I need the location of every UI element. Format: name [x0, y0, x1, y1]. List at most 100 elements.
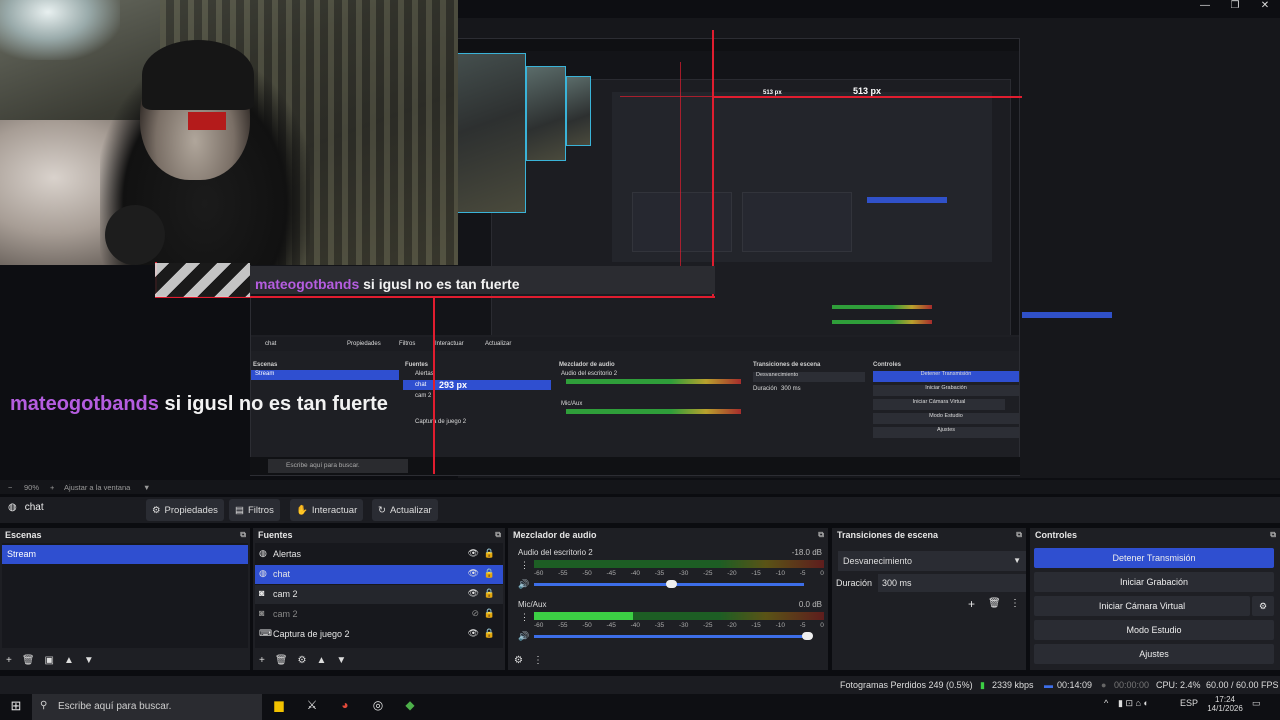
file-explorer-icon[interactable]: ▆	[270, 698, 288, 716]
language[interactable]: ESP	[1180, 698, 1198, 708]
channel-menu-icon[interactable]: ⋮	[520, 560, 529, 571]
tray-icons[interactable]: ▮ ⊡ ⌂ ◐	[1118, 698, 1149, 709]
minecraft-icon[interactable]: ◆	[401, 698, 419, 716]
window-controls: — ❐ ✕	[1190, 0, 1280, 14]
add-source-button[interactable]: +	[259, 655, 265, 666]
move-down-icon[interactable]: ▼	[84, 655, 94, 666]
eye-icon[interactable]: 👁	[468, 548, 479, 559]
menu-icon[interactable]: ⋮	[1010, 598, 1020, 609]
chat-message: si igusl no es tan fuerte	[164, 393, 388, 415]
zoom-in-button[interactable]: +	[50, 483, 54, 492]
meter-tick: -20	[727, 622, 737, 629]
duration-input[interactable]: 300 ms	[878, 574, 1026, 592]
zoom-out-button[interactable]: −	[8, 483, 12, 492]
speaker-icon[interactable]: 🔊	[518, 579, 529, 590]
camera-icon: ◙	[259, 588, 265, 598]
lock-icon[interactable]: 🔒	[484, 548, 495, 559]
obs-icon[interactable]: ◎	[369, 698, 387, 716]
start-virtual-cam-button[interactable]: Iniciar Cámara Virtual	[1034, 596, 1250, 616]
eye-off-icon[interactable]: ⊘	[471, 608, 479, 619]
add-scene-button[interactable]: +	[6, 655, 12, 666]
studio-mode-button[interactable]: Modo Estudio	[1034, 620, 1274, 640]
refresh-label: Actualizar	[389, 504, 432, 516]
interact-button[interactable]: ✋ Interactuar	[290, 499, 364, 521]
source-item-hidden[interactable]: ◙ cam 2 ⊘ 🔒	[255, 605, 503, 624]
stop-stream-button[interactable]: Detener Transmisión	[1034, 548, 1274, 568]
audio-mixer-dock: Mezclador de audio ⧉ Audio del escritori…	[508, 528, 828, 670]
undock-icon[interactable]: ⧉	[818, 530, 824, 540]
chevron-down-icon[interactable]: ▼	[143, 483, 150, 492]
eye-icon[interactable]: 👁	[468, 588, 479, 599]
notification-icon[interactable]: ▭	[1252, 698, 1261, 709]
lock-icon[interactable]: 🔒	[484, 628, 495, 639]
volume-knob[interactable]	[801, 632, 813, 640]
lock-icon[interactable]: 🔒	[484, 568, 495, 579]
move-up-icon[interactable]: ▲	[317, 655, 327, 666]
source-label: cam 2	[273, 609, 298, 619]
channel-menu-icon[interactable]: ⋮	[520, 612, 529, 623]
clock[interactable]: 17:24 14/1/2026	[1205, 695, 1245, 713]
undock-icon[interactable]: ⧉	[495, 530, 501, 540]
meter-tick: -30	[678, 570, 689, 577]
mirror-trans-select: Desvanecimiento	[753, 372, 865, 382]
meter-tick: -50	[582, 570, 592, 577]
add-transition-button[interactable]: +	[968, 597, 975, 611]
lock-icon[interactable]: 🔒	[484, 608, 495, 619]
level-meter	[534, 560, 824, 568]
move-down-icon[interactable]: ▼	[336, 655, 346, 666]
properties-button[interactable]: ⚙ Propiedades	[146, 499, 224, 521]
start-recording-button[interactable]: Iniciar Grabación	[1034, 572, 1274, 592]
maximize-button[interactable]: ❐	[1220, 0, 1250, 14]
gamepad-icon: ⌨	[259, 628, 272, 638]
close-button[interactable]: ✕	[1250, 0, 1280, 14]
source-item[interactable]: ◙ cam 2 👁 🔒	[255, 585, 503, 604]
preview-canvas[interactable]: Escenas Stream Fuentes Alertas chat cam …	[0, 0, 1280, 480]
obs-window: — ❐ ✕ Escenas Stream Fuentes Alertas cha…	[0, 0, 1280, 720]
taskbar-search[interactable]: ⚲ Escribe aquí para buscar.	[32, 694, 262, 720]
source-item[interactable]: ⌨ Captura de juego 2 👁 🔒	[255, 625, 503, 644]
globe-icon: ◍	[8, 502, 17, 513]
source-item[interactable]: ◍ Alertas 👁 🔒	[255, 545, 503, 564]
undock-icon[interactable]: ⧉	[1270, 530, 1276, 540]
move-up-icon[interactable]: ▲	[64, 655, 74, 666]
globe-icon: ◍	[259, 568, 267, 578]
eye-icon[interactable]: 👁	[468, 568, 479, 579]
clock-time: 17:24	[1214, 695, 1236, 704]
undock-icon[interactable]: ⧉	[240, 530, 246, 540]
lock-icon[interactable]: 🔒	[484, 588, 495, 599]
trash-icon[interactable]: 🗑	[988, 598, 1001, 609]
gear-icon[interactable]: ⚙	[1252, 596, 1274, 616]
eye-icon[interactable]: 👁	[468, 628, 479, 639]
undock-icon[interactable]: ⧉	[1016, 530, 1022, 540]
minimize-button[interactable]: —	[1190, 0, 1220, 14]
level-meter	[534, 612, 824, 620]
fit-window-label[interactable]: Ajustar a la ventana	[64, 483, 130, 492]
menu-icon[interactable]: ⋮	[533, 655, 543, 666]
windows-start-icon[interactable]: ⊞	[7, 698, 25, 716]
volume-slider[interactable]	[534, 635, 810, 638]
globe-icon: ◍	[259, 548, 267, 558]
filter-icon[interactable]: ▣	[45, 655, 54, 666]
chrome-icon[interactable]: ◕	[336, 698, 354, 716]
mirror-controls-title: Controles	[873, 362, 902, 368]
refresh-button[interactable]: ↻ Actualizar	[372, 499, 438, 521]
gear-icon[interactable]: ⚙	[298, 655, 307, 666]
transition-select[interactable]: Desvanecimiento ▼	[838, 551, 1026, 571]
volume-knob[interactable]	[665, 580, 677, 588]
meter-tick: -20	[727, 570, 737, 577]
advanced-audio-icon[interactable]: ⚙	[514, 655, 523, 666]
settings-button[interactable]: Ajustes	[1034, 644, 1274, 664]
scene-item[interactable]: Stream	[2, 545, 248, 564]
trash-icon[interactable]: 🗑	[275, 655, 288, 666]
filters-button[interactable]: ▤ Filtros	[229, 499, 280, 521]
speaker-icon[interactable]: 🔊	[518, 631, 529, 642]
mirror-toolbar-props: Propiedades	[347, 341, 381, 347]
mirror-cam-thumb	[526, 66, 566, 161]
source-item-selected[interactable]: ◍ chat 👁 🔒	[255, 565, 503, 584]
meter-tick: -40	[630, 622, 641, 629]
game-icon[interactable]: ⚔	[303, 698, 321, 716]
fps: 60.00 / 60.00 FPS	[1206, 680, 1279, 690]
mirror-control: Ajustes	[873, 427, 1019, 438]
tray-expand-icon[interactable]: ^	[1104, 698, 1108, 708]
trash-icon[interactable]: 🗑	[22, 655, 35, 666]
